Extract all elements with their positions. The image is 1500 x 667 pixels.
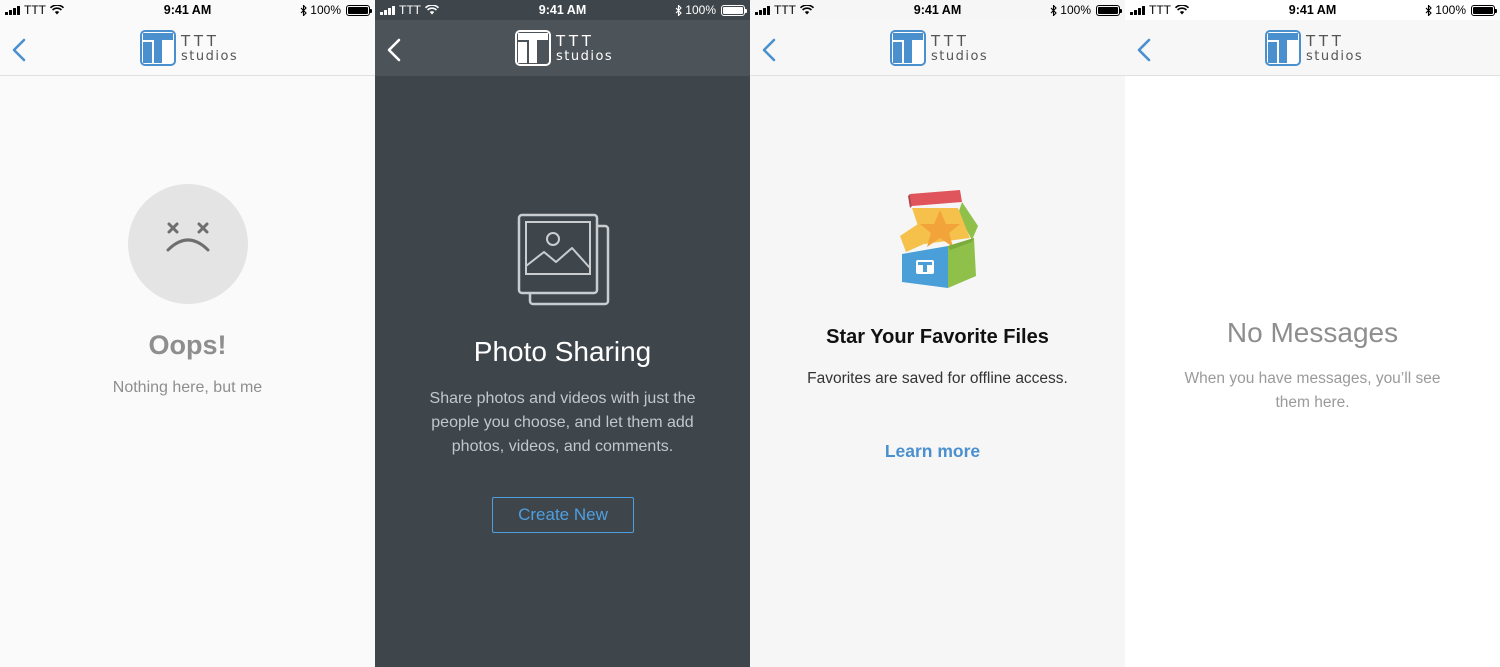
- battery-icon: [1471, 4, 1497, 16]
- empty-subtitle: Nothing here, but me: [112, 379, 263, 396]
- ttt-studios-logo: TTT studios: [515, 30, 613, 66]
- nav-bar: TTT studios: [375, 20, 750, 76]
- status-bar: TTT 9:41 AM 100%: [1125, 0, 1500, 20]
- create-new-button[interactable]: Create New: [492, 497, 634, 533]
- nav-bar: TTT studios: [1125, 20, 1500, 76]
- logo-mark-icon: [140, 30, 176, 66]
- empty-title: Oops!: [148, 330, 227, 360]
- battery-percent: 100%: [685, 3, 716, 17]
- empty-description: When you have messages, you’ll see them …: [1184, 370, 1441, 411]
- sad-face-icon: [128, 184, 248, 304]
- battery-icon: [1096, 4, 1122, 16]
- status-bar: TTT 9:41 AM 100%: [750, 0, 1125, 20]
- screen-favorites: TTT 9:41 AM 100% TTT studios Star Your F…: [750, 0, 1125, 667]
- logo-mark-icon: [890, 30, 926, 66]
- logo-line1: TTT: [1306, 31, 1345, 50]
- feature-description: Share photos and videos with just the pe…: [429, 390, 696, 455]
- back-chevron-icon[interactable]: [758, 36, 782, 64]
- feature-title: Star Your Favorite Files: [826, 326, 1049, 348]
- bluetooth-icon: [1050, 4, 1058, 16]
- feature-subtitle: Favorites are saved for offline access.: [807, 370, 1068, 387]
- learn-more-link[interactable]: Learn more: [750, 441, 1120, 462]
- bluetooth-icon: [675, 4, 683, 16]
- screen-photo-sharing: TTT 9:41 AM 100% TTT studios Photo Shari…: [375, 0, 750, 667]
- battery-percent: 100%: [1060, 3, 1091, 17]
- logo-line1: TTT: [556, 31, 595, 50]
- back-chevron-icon[interactable]: [8, 36, 32, 64]
- empty-title: No Messages: [1226, 317, 1399, 348]
- battery-percent: 100%: [310, 3, 341, 17]
- logo-line2: studios: [181, 48, 239, 64]
- bluetooth-icon: [300, 4, 308, 16]
- logo-line1: TTT: [181, 31, 220, 50]
- logo-line2: studios: [1306, 48, 1364, 64]
- status-bar: TTT 9:41 AM 100%: [0, 0, 375, 20]
- screen-oops: TTT 9:41 AM 100% TTT studios Oops! Nothi…: [0, 0, 375, 667]
- logo-line2: studios: [556, 48, 614, 64]
- treasure-chest-icon: [900, 190, 978, 288]
- screen-no-messages: TTT 9:41 AM 100% TTT studios No Messages…: [1125, 0, 1500, 667]
- nav-bar: TTT studios: [0, 20, 375, 76]
- logo-mark-icon: [1265, 30, 1301, 66]
- back-chevron-icon[interactable]: [1133, 36, 1157, 64]
- battery-percent: 100%: [1435, 3, 1466, 17]
- back-chevron-icon[interactable]: [383, 36, 407, 64]
- battery-icon: [721, 4, 747, 16]
- bluetooth-icon: [1425, 4, 1433, 16]
- battery-icon: [346, 4, 372, 16]
- feature-title: Photo Sharing: [473, 336, 652, 367]
- photo-stack-icon: [517, 213, 610, 306]
- logo-mark-icon: [515, 30, 551, 66]
- logo-line1: TTT: [931, 31, 970, 50]
- ttt-studios-logo: TTT studios: [140, 30, 238, 66]
- logo-line2: studios: [931, 48, 989, 64]
- ttt-studios-logo: TTT studios: [890, 30, 988, 66]
- nav-bar: TTT studios: [750, 20, 1125, 76]
- ttt-studios-logo: TTT studios: [1265, 30, 1363, 66]
- status-bar: TTT 9:41 AM 100%: [375, 0, 750, 20]
